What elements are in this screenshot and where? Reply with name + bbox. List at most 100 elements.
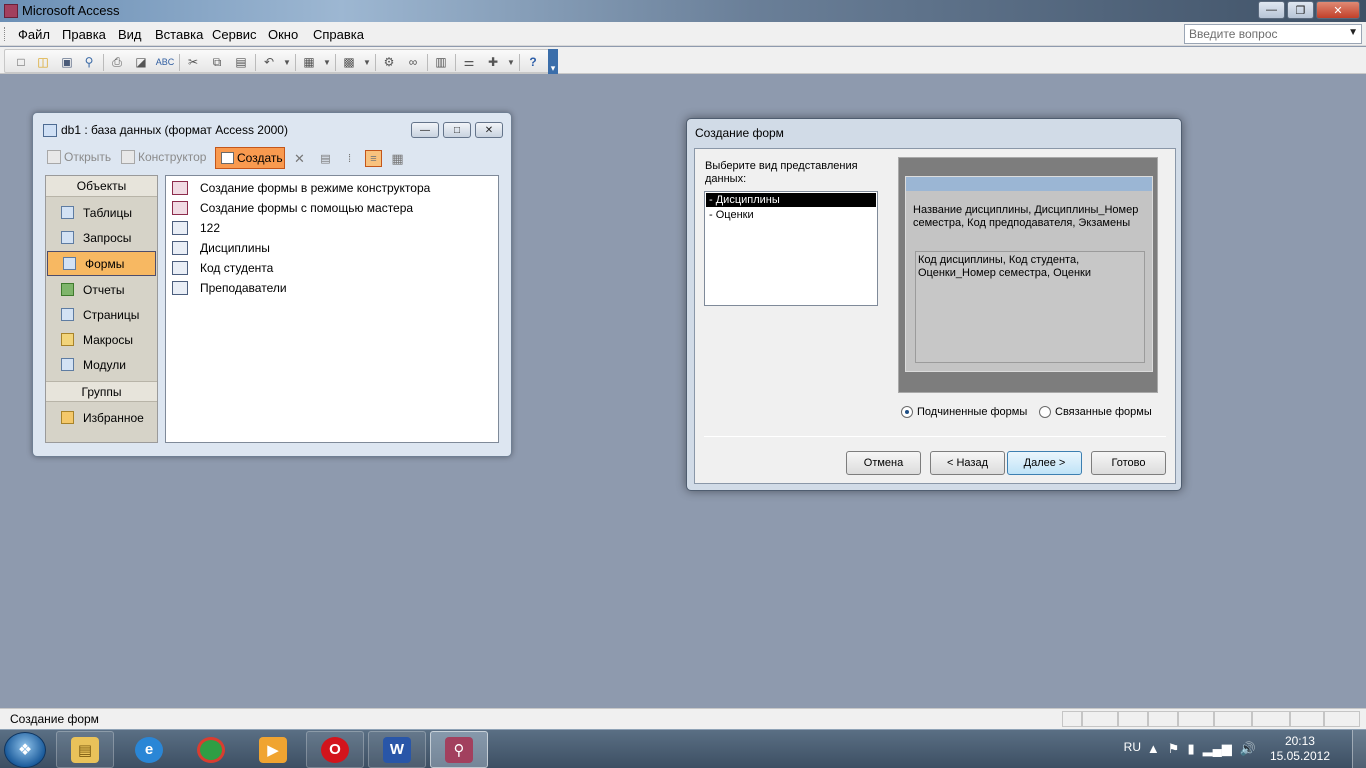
menu-view[interactable]: Вид [118,27,142,42]
group-favorites[interactable]: Избранное [46,405,157,430]
object-reports[interactable]: Отчеты [46,277,157,302]
restore-button[interactable]: ❐ [1287,1,1314,19]
chevron-down-icon[interactable]: ▼ [1348,27,1358,38]
clock[interactable]: 20:13 15.05.2012 [1270,734,1330,764]
list-view-icon[interactable]: ≡ [365,150,382,167]
menu-help[interactable]: Справка [313,27,364,42]
script-editor-icon[interactable]: ⚙ [381,54,397,70]
code-icon[interactable]: ∞ [405,54,421,70]
language-indicator[interactable]: RU [1124,740,1141,754]
preview-subform-fields: Код дисциплины, Код студента, Оценки_Ном… [918,254,1091,279]
chevron-down-icon[interactable]: ▼ [359,54,375,70]
db-minimize-button[interactable]: — [411,122,439,138]
linked-forms-radio-label: Связанные формы [1055,406,1152,418]
file-search-icon[interactable]: ⚲ [81,54,97,70]
database-window: db1 : база данных (формат Access 2000) —… [32,112,512,457]
list-item[interactable]: Преподаватели [166,278,498,298]
open-folder-icon[interactable]: ◫ [35,54,51,70]
save-icon[interactable]: ▣ [59,54,75,70]
details-view-icon[interactable]: ▦ [389,150,406,167]
menu-edit[interactable]: Правка [62,27,106,42]
show-hidden-icons-icon[interactable]: ▲ [1147,741,1160,757]
cancel-button[interactable]: Отмена [846,451,921,475]
taskbar-opera-button[interactable]: O [306,731,364,768]
undo-icon[interactable]: ↶ [261,54,277,70]
close-button[interactable]: ✕ [1316,1,1360,19]
volume-icon[interactable]: 🔊 [1240,741,1256,757]
new-icon[interactable]: □ [13,54,29,70]
menu-window[interactable]: Окно [268,27,298,42]
db-close-button[interactable]: ✕ [475,122,503,138]
finish-button[interactable]: Готово [1091,451,1166,475]
power-icon[interactable]: ▮ [1187,741,1194,757]
analyze-icon[interactable]: ▩ [341,54,357,70]
taskbar-chrome-button[interactable] [182,731,240,768]
subforms-radio[interactable]: Подчиненные формы [901,406,1027,418]
copy-icon[interactable]: ⧉ [209,54,225,70]
taskbar-media-button[interactable]: ▶ [244,731,302,768]
opera-icon: O [321,736,349,763]
large-icons-view-icon[interactable]: ▤ [317,150,334,167]
minimize-button[interactable]: — [1258,1,1285,19]
back-button[interactable]: < Назад [930,451,1005,475]
help-icon[interactable]: ? [525,54,541,70]
db-maximize-button[interactable]: □ [443,122,471,138]
relationships-icon[interactable]: ⚌ [461,54,477,70]
cut-icon[interactable]: ✂ [185,54,201,70]
view-option[interactable]: - Оценки [706,208,876,222]
list-item[interactable]: Код студента [166,258,498,278]
chevron-down-icon[interactable]: ▼ [503,54,519,70]
design-button[interactable]: Конструктор [121,150,206,164]
object-macros[interactable]: Макросы [46,327,157,352]
taskbar-ie-button[interactable]: e [120,731,178,768]
network-signal-icon[interactable]: ▂▄▆ [1203,741,1232,757]
taskbar: ❖ ▤ e ▶ O W ⚲ RU ▲ ⚑ ▮ ▂▄▆ 🔊 20:13 15.05… [0,729,1366,768]
taskbar-explorer-button[interactable]: ▤ [56,731,114,768]
paste-icon[interactable]: ▤ [233,54,249,70]
object-modules[interactable]: Модули [46,352,157,377]
object-tables[interactable]: Таблицы [46,200,157,225]
delete-icon[interactable]: ✕ [291,150,308,167]
action-center-flag-icon[interactable]: ⚑ [1168,741,1180,757]
small-icons-view-icon[interactable]: ⁞ [341,150,358,167]
view-option[interactable]: - Дисциплины [706,193,876,207]
taskbar-word-button[interactable]: W [368,731,426,768]
app-title: Microsoft Access [4,3,120,18]
list-item-label: 122 [200,221,221,235]
forms-list: Создание формы в режиме конструктора Соз… [165,175,499,443]
object-pages[interactable]: Страницы [46,302,157,327]
open-button[interactable]: Открыть [47,150,111,164]
menu-file[interactable]: Файл [18,27,50,42]
list-item[interactable]: Создание формы с помощью мастера [166,198,498,218]
properties-icon[interactable]: ▥ [433,54,449,70]
menu-tools[interactable]: Сервис [212,27,257,42]
status-cell [1148,711,1178,727]
linked-forms-radio[interactable]: Связанные формы [1039,406,1152,418]
groups-header[interactable]: Группы [46,381,157,402]
view-listbox[interactable]: - Дисциплины - Оценки [704,191,878,306]
print-icon[interactable]: ⎙ [109,54,125,70]
create-button[interactable]: Создать [215,147,285,169]
print-preview-icon[interactable]: ◪ [133,54,149,70]
status-bar: Создание форм [0,708,1366,729]
next-button[interactable]: Далее > [1007,451,1082,475]
menu-insert[interactable]: Вставка [155,27,203,42]
office-links-icon[interactable]: ▦ [301,54,317,70]
list-item-label: Преподаватели [200,281,287,295]
list-item[interactable]: Дисциплины [166,238,498,258]
list-item[interactable]: 122 [166,218,498,238]
chevron-down-icon[interactable]: ▼ [279,54,295,70]
toolbar-separator [179,54,180,71]
start-button[interactable]: ❖ [4,732,46,768]
spelling-icon[interactable]: ABC [156,54,175,70]
object-forms[interactable]: Формы [47,251,156,276]
show-desktop-button[interactable] [1352,730,1366,768]
help-question-input[interactable]: Введите вопрос ▼ [1184,24,1362,44]
toolbar-options-icon[interactable]: ▾ [548,49,558,74]
objects-header[interactable]: Объекты [46,176,157,197]
list-item[interactable]: Создание формы в режиме конструктора [166,178,498,198]
taskbar-access-button[interactable]: ⚲ [430,731,488,768]
object-queries[interactable]: Запросы [46,225,157,250]
chevron-down-icon[interactable]: ▼ [319,54,335,70]
new-object-icon[interactable]: ✚ [485,54,501,70]
